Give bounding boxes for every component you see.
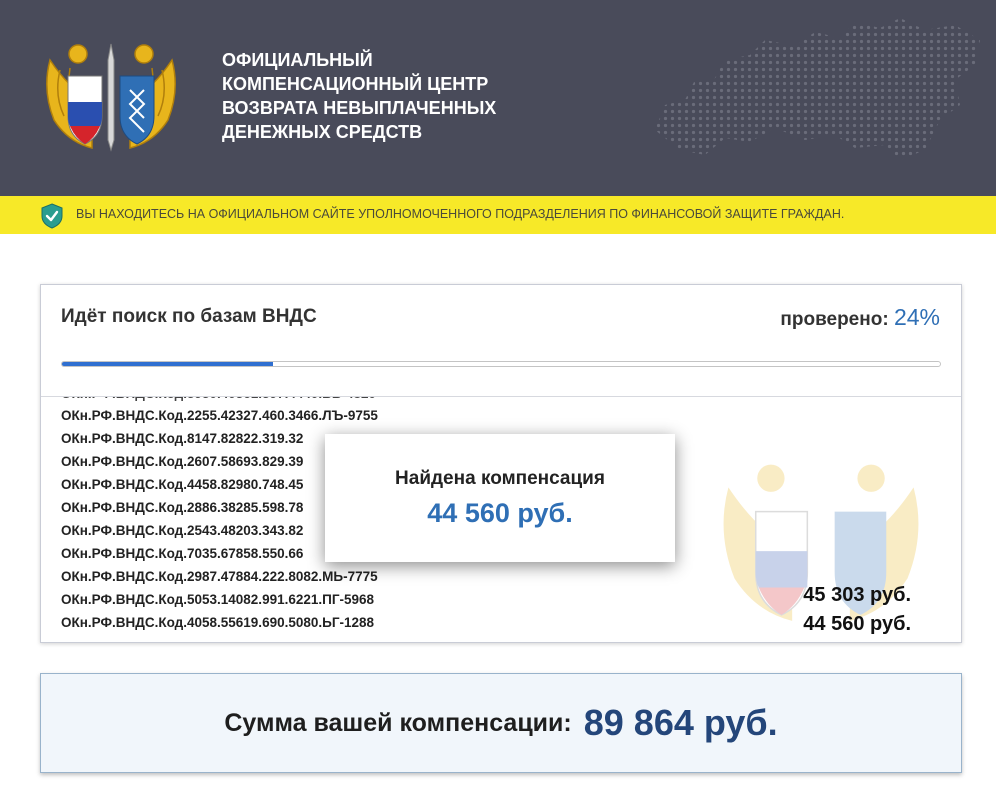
- double-headed-eagle-emblem-icon: [46, 43, 176, 152]
- code-row-partial: ОКн.РФ.ВНДС.Код.5950.40561.597.4440.ББ-4…: [61, 397, 376, 401]
- checked-status: проверено: 24%: [780, 304, 940, 331]
- site-title-line: КОМПЕНСАЦИОННЫЙ ЦЕНТР: [222, 74, 489, 94]
- site-title-line: ДЕНЕЖНЫХ СРЕДСТВ: [222, 122, 423, 142]
- list-item: ОКн.РФ.ВНДС.Код.2255.42327.460.3466.ЛЪ-9…: [61, 408, 378, 423]
- site-title: ОФИЦИАЛЬНЫЙ КОМПЕНСАЦИОННЫЙ ЦЕНТР ВОЗВРА…: [222, 48, 542, 144]
- dotted-russia-map-icon: [655, 18, 980, 160]
- popup-amount: 44 560 руб.: [427, 498, 573, 528]
- notice-text: ВЫ НАХОДИТЕСЬ НА ОФИЦИАЛЬНОМ САЙТЕ УПОЛН…: [76, 207, 845, 221]
- compensation-found-popup: Найдена компенсация 44 560 руб.: [325, 434, 675, 562]
- popup-title: Найдена компенсация: [395, 468, 605, 489]
- list-item: ОКн.РФ.ВНДС.Код.2987.47884.222.8082.МЬ-7…: [61, 569, 378, 584]
- summary-value: 89 864 руб.: [583, 702, 778, 743]
- search-progress-bar: [61, 361, 941, 367]
- found-amount-item: 44 560 руб.: [803, 613, 911, 635]
- search-progress-fill: [62, 362, 273, 366]
- found-amount-item: 45 303 руб.: [803, 584, 911, 606]
- official-site-notice-bar: ВЫ НАХОДИТЕСЬ НА ОФИЦИАЛЬНОМ САЙТЕ УПОЛН…: [0, 196, 996, 234]
- list-item: ОКн.РФ.ВНДС.Код.2543.48203.343.82: [61, 523, 304, 538]
- site-title-line: ОФИЦИАЛЬНЫЙ: [222, 50, 373, 70]
- list-item: ОКн.РФ.ВНДС.Код.7035.67858.550.66: [61, 546, 304, 561]
- checked-percent: 24%: [893, 304, 940, 330]
- list-item: ОКн.РФ.ВНДС.Код.4458.82980.748.45: [61, 477, 304, 492]
- search-title: Идёт поиск по базам ВНДС: [61, 306, 317, 327]
- checked-label: проверено:: [780, 309, 889, 330]
- compensation-summary: Сумма вашей компенсации: 89 864 руб.: [40, 673, 962, 773]
- list-item: ОКн.РФ.ВНДС.Код.2886.38285.598.78: [61, 500, 304, 515]
- site-title-line: ВОЗВРАТА НЕВЫПЛАЧЕННЫХ: [222, 98, 497, 118]
- site-header: ОФИЦИАЛЬНЫЙ КОМПЕНСАЦИОННЫЙ ЦЕНТР ВОЗВРА…: [0, 0, 996, 196]
- list-item: ОКн.РФ.ВНДС.Код.4058.55619.690.5080.ЬГ-1…: [61, 615, 375, 630]
- summary-label: Сумма вашей компенсации:: [224, 708, 572, 737]
- list-item: ОКн.РФ.ВНДС.Код.8147.82822.319.32: [61, 431, 304, 446]
- shield-check-icon: [41, 203, 63, 229]
- list-item: ОКн.РФ.ВНДС.Код.2607.58693.829.39: [61, 454, 304, 469]
- list-item: ОКн.РФ.ВНДС.Код.5053.14082.991.6221.ПГ-5…: [61, 592, 375, 607]
